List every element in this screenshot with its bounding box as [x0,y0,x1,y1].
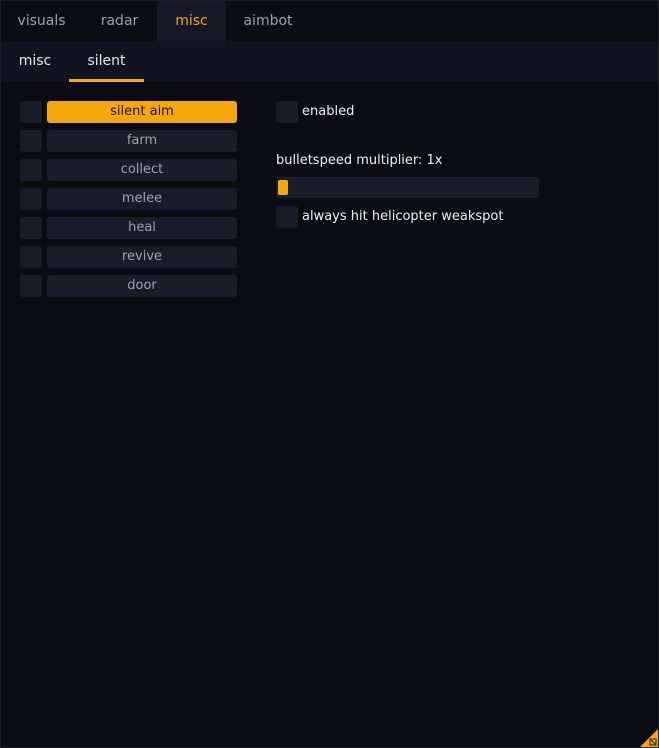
farm-checkbox[interactable] [20,130,42,152]
resize-grip-icon[interactable] [640,729,658,747]
revive-checkbox[interactable] [20,246,42,268]
collect-button[interactable]: collect [47,159,237,181]
bulletspeed-slider[interactable] [276,177,539,198]
tab-misc[interactable]: misc [157,1,226,41]
melee-button[interactable]: melee [47,188,237,210]
collect-checkbox[interactable] [20,159,42,181]
bulletspeed-label: bulletspeed multiplier: 1x [276,153,443,168]
subtab-silent[interactable]: silent [69,41,144,82]
weakspot-checkbox[interactable] [276,206,298,228]
top-tab-bar: visuals radar misc aimbot [1,1,658,41]
farm-button[interactable]: farm [47,130,237,152]
door-checkbox[interactable] [20,275,42,297]
silent-aim-button[interactable]: silent aim [47,101,237,123]
subtab-misc-label: misc [18,53,52,69]
tab-radar[interactable]: radar [82,1,157,41]
door-button[interactable]: door [47,275,237,297]
menu-window: visuals radar misc aimbot misc silent si… [0,0,659,748]
subtab-silent-label: silent [87,53,126,69]
bulletspeed-slider-fill [278,180,288,195]
silent-aim-checkbox[interactable] [20,101,42,123]
enabled-checkbox[interactable] [276,101,298,123]
active-subtab-underline [69,79,144,82]
melee-checkbox[interactable] [20,188,42,210]
revive-button[interactable]: revive [47,246,237,268]
sub-tab-bar: misc silent [1,41,658,82]
enabled-label: enabled [302,104,355,119]
heal-checkbox[interactable] [20,217,42,239]
weakspot-label: always hit helicopter weakspot [302,209,504,224]
tab-aimbot[interactable]: aimbot [226,1,310,41]
heal-button[interactable]: heal [47,217,237,239]
subtab-misc[interactable]: misc [1,41,69,81]
tab-visuals[interactable]: visuals [1,1,82,41]
